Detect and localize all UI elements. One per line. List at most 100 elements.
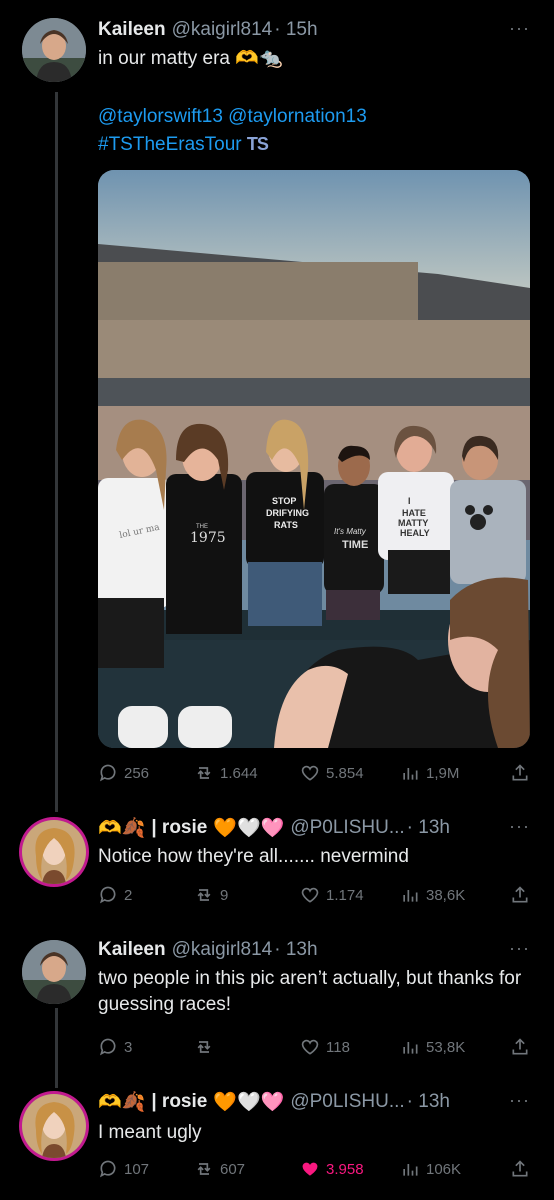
retweet-icon <box>197 1041 211 1053</box>
timestamp[interactable]: · 13h <box>274 939 317 961</box>
more-options-icon[interactable]: ··· <box>509 816 530 837</box>
retweet-button[interactable]: 1.644 <box>194 763 258 783</box>
views-icon <box>403 1164 418 1176</box>
avatar[interactable] <box>22 1094 86 1158</box>
retweet-button[interactable]: 9 <box>194 885 228 905</box>
tweet-main[interactable]: Kaileen @kaigirl814 · 15h ··· in our mat… <box>0 0 554 800</box>
hashtag-link[interactable]: #TSTheErasTour <box>98 134 242 155</box>
share-button[interactable] <box>510 885 530 905</box>
tweet-text-content: in our matty era <box>98 48 230 69</box>
user-handle[interactable]: @kaigirl814 <box>172 19 273 41</box>
share-icon <box>512 1038 528 1055</box>
retweet-button[interactable] <box>194 1037 220 1057</box>
like-count: 3.958 <box>326 1160 364 1178</box>
share-button[interactable] <box>510 1037 530 1057</box>
tweet-photo[interactable]: lol ur ma 1975 THE STOP DRIFYING RATS It… <box>98 170 530 748</box>
timestamp[interactable]: · 15h <box>274 19 317 41</box>
reply-count: 3 <box>124 1038 133 1056</box>
svg-text:HATE: HATE <box>402 508 426 518</box>
name-prefix-emoji: 🫶🍂 <box>98 818 146 839</box>
tweet-reply-2[interactable]: Kaileen @kaigirl814 · 13h ··· two people… <box>0 930 554 1070</box>
more-options-icon[interactable]: ··· <box>509 938 530 959</box>
share-icon <box>512 1160 528 1177</box>
like-button[interactable]: 118 <box>300 1037 350 1057</box>
like-button[interactable]: 3.958 <box>300 1159 364 1179</box>
reply-count: 2 <box>124 886 133 904</box>
more-options-icon[interactable]: ··· <box>509 1090 530 1111</box>
views-button[interactable]: 53,8K <box>400 1037 465 1057</box>
views-count: 106K <box>426 1160 462 1178</box>
hashtag-line: #TSTheErasTour TS <box>98 131 526 158</box>
tweet-header: Kaileen @kaigirl814 · 13h <box>98 936 514 964</box>
svg-text:MATTY: MATTY <box>398 518 428 528</box>
tweet-reply-1[interactable]: 🫶🍂 | rosie 🧡🤍🩷 @P0LISHU... · 13h ··· Not… <box>0 810 554 920</box>
retweet-count: 9 <box>220 886 229 904</box>
heart-filled-icon <box>302 1162 318 1176</box>
reply-icon <box>99 1160 116 1178</box>
display-name[interactable]: | rosie <box>151 817 207 839</box>
avatar[interactable] <box>22 940 86 1004</box>
svg-text:RATS: RATS <box>274 520 298 530</box>
share-button[interactable] <box>510 1159 530 1179</box>
tweet-header: 🫶🍂 | rosie 🧡🤍🩷 @P0LISHU... · 13h <box>98 1088 514 1116</box>
svg-text:THE: THE <box>196 524 208 530</box>
user-handle[interactable]: @P0LISHU... <box>290 1091 404 1113</box>
tweet-text: in our matty era 🫶🐀 <box>98 46 526 72</box>
like-count: 118 <box>326 1038 350 1056</box>
display-name[interactable]: Kaileen <box>98 939 166 961</box>
views-button[interactable]: 106K <box>400 1159 461 1179</box>
svg-text:STOP: STOP <box>272 496 296 506</box>
timestamp[interactable]: · 13h <box>407 817 450 839</box>
tweet-actions: 256 1.644 5.854 1,9M <box>98 760 528 786</box>
retweet-icon <box>197 1163 211 1175</box>
like-button[interactable]: 5.854 <box>300 763 364 783</box>
views-count: 38,6K <box>426 886 466 904</box>
avatar[interactable] <box>22 18 86 82</box>
retweet-count: 607 <box>220 1160 246 1178</box>
retweet-button[interactable]: 607 <box>194 1159 245 1179</box>
avatar-photo <box>22 18 86 82</box>
avatar[interactable] <box>22 820 86 884</box>
like-count: 1.174 <box>326 886 364 904</box>
like-count: 5.854 <box>326 764 364 782</box>
heart-icon <box>301 765 319 781</box>
reply-button[interactable]: 2 <box>98 885 132 905</box>
reply-icon <box>99 764 116 782</box>
reply-icon <box>99 886 116 904</box>
svg-text:It's Matty: It's Matty <box>334 527 367 536</box>
heart-icon <box>301 1039 319 1055</box>
reply-button[interactable]: 256 <box>98 763 149 783</box>
views-count: 1,9M <box>426 764 460 782</box>
avatar-photo <box>22 820 86 884</box>
avatar-photo <box>22 1094 86 1158</box>
share-button[interactable] <box>510 763 530 783</box>
tweet-reply-3[interactable]: 🫶🍂 | rosie 🧡🤍🩷 @P0LISHU... · 13h ··· I m… <box>0 1080 554 1200</box>
views-icon <box>403 1042 418 1054</box>
views-icon <box>403 890 418 902</box>
tweet-actions: 107 607 3.958 106K <box>98 1156 528 1182</box>
display-name[interactable]: | rosie <box>151 1091 207 1113</box>
hashtag-badge-icon: TS <box>246 134 269 154</box>
name-suffix-emoji: 🧡🤍🩷 <box>213 818 285 839</box>
like-button[interactable]: 1.174 <box>300 885 364 905</box>
reply-button[interactable]: 3 <box>98 1037 132 1057</box>
display-name[interactable]: Kaileen <box>98 19 166 41</box>
views-button[interactable]: 38,6K <box>400 885 465 905</box>
svg-text:HEALY: HEALY <box>400 528 430 538</box>
views-button[interactable]: 1,9M <box>400 763 459 783</box>
tweet-text: I meant ugly <box>98 1122 202 1143</box>
more-options-icon[interactable]: ··· <box>509 18 530 39</box>
mentions-line[interactable]: @taylorswift13 @taylornation13 <box>98 104 526 130</box>
svg-text:DRIFYING: DRIFYING <box>266 508 309 518</box>
retweet-count: 1.644 <box>220 764 258 782</box>
retweet-icon <box>197 767 211 779</box>
reply-button[interactable]: 107 <box>98 1159 149 1179</box>
reply-icon <box>99 1038 116 1056</box>
name-prefix-emoji: 🫶🍂 <box>98 1092 146 1113</box>
user-handle[interactable]: @kaigirl814 <box>172 939 273 961</box>
user-handle[interactable]: @P0LISHU... <box>290 817 404 839</box>
svg-text:TIME: TIME <box>342 539 368 551</box>
tweet-actions: 2 9 1.174 38,6K <box>98 882 528 908</box>
timestamp[interactable]: · 13h <box>407 1091 450 1113</box>
avatar-photo <box>22 940 86 1004</box>
